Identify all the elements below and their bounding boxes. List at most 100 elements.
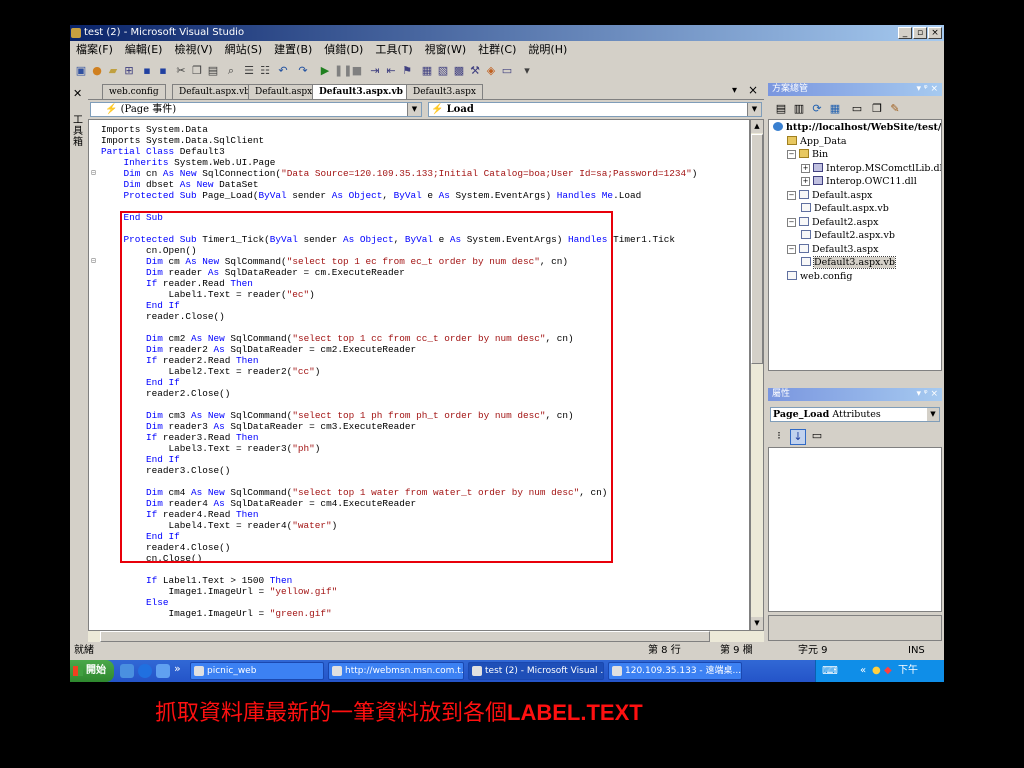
close-document-button[interactable]: × [748, 83, 758, 97]
keyboard-icon[interactable]: ⌨ [822, 660, 838, 682]
properties-icon[interactable]: ▤ [774, 102, 788, 116]
close-button[interactable]: × [928, 27, 942, 39]
media-player-icon[interactable] [156, 664, 170, 678]
event-combo[interactable]: ⚡ Load ▼ [428, 102, 762, 117]
menu-item[interactable]: 編輯(E) [119, 41, 169, 59]
solution-tree[interactable]: http://localhost/WebSite/test/App_Data − B… [768, 119, 942, 371]
scroll-thumb[interactable] [751, 134, 763, 364]
collapse-icon[interactable]: − [787, 244, 796, 254]
paste-icon[interactable]: ▤ [206, 64, 220, 78]
alphabetical-icon[interactable]: ↓ [790, 429, 806, 445]
stop-icon[interactable]: ■ [350, 64, 364, 78]
tree-node[interactable]: web.config [787, 270, 852, 283]
find-icon[interactable]: ⌕ [224, 64, 238, 78]
asp-config-icon[interactable]: ✎ [888, 102, 902, 116]
new-website-icon[interactable]: ● [90, 64, 104, 78]
panel-controls[interactable]: ▾ ᵠ × [916, 83, 938, 96]
toolbox-sidebar[interactable]: ✕ 工具箱 [70, 85, 87, 645]
document-tab[interactable]: Default.aspx [248, 84, 320, 99]
redo-icon[interactable]: ↷ [296, 64, 310, 78]
command-window-icon[interactable]: ▭ [500, 64, 514, 78]
minimize-button[interactable]: _ [898, 27, 912, 39]
tree-node[interactable]: + Interop.OWC11.dll [801, 176, 917, 188]
properties-object-select[interactable]: Page_Load Attributes ▼ [770, 407, 940, 422]
uncomment-icon[interactable]: ☷ [258, 64, 272, 78]
tree-node[interactable]: http://localhost/WebSite/test/ [773, 122, 941, 134]
save-all-icon[interactable]: ▪ [156, 64, 170, 78]
scroll-thumb[interactable] [100, 631, 710, 642]
tree-node[interactable]: − Default.aspx [787, 189, 872, 202]
collapse-icon[interactable]: − [787, 150, 796, 159]
menu-item[interactable]: 檔案(F) [70, 41, 119, 59]
taskbar-button[interactable]: http://webmsn.msn.com.t... [328, 662, 464, 680]
expand-icon[interactable]: + [801, 177, 810, 186]
view-designer-icon[interactable]: ▭ [850, 102, 864, 116]
open-folder-icon[interactable]: ▰ [106, 64, 120, 78]
categorized-icon[interactable]: ⁝ [772, 429, 786, 443]
property-grid[interactable] [768, 447, 942, 612]
start-button[interactable]: 開始 [70, 660, 114, 682]
document-tab[interactable]: Default.aspx.vb [172, 84, 257, 99]
property-pages-icon[interactable]: ▭ [810, 429, 824, 443]
object-combo[interactable]: ⚡ (Page 事件) ▼ [90, 102, 422, 117]
clock[interactable]: 下午 04:24 [898, 660, 944, 682]
horizontal-scrollbar[interactable] [88, 631, 764, 642]
document-tab[interactable]: Default3.aspx.vb [312, 84, 410, 99]
outdent-icon[interactable]: ⇤ [384, 64, 398, 78]
indent-icon[interactable]: ⇥ [368, 64, 382, 78]
menu-item[interactable]: 社群(C) [472, 41, 522, 59]
nest-files-icon[interactable]: ▦ [828, 102, 842, 116]
save-icon[interactable]: ▪ [140, 64, 154, 78]
menu-item[interactable]: 網站(S) [219, 41, 269, 59]
menu-item[interactable]: 檢視(V) [168, 41, 218, 59]
tree-node[interactable]: App_Data [787, 135, 847, 148]
menu-item[interactable]: 工具(T) [369, 41, 418, 59]
properties-icon[interactable]: ▧ [436, 64, 450, 78]
tree-node[interactable]: − Default2.aspx [787, 216, 878, 229]
bookmark-icon[interactable]: ⚑ [400, 64, 414, 78]
start-debug-icon[interactable]: ▶ [318, 64, 332, 78]
pause-icon[interactable]: ❚❚ [334, 64, 352, 78]
solution-explorer-icon[interactable]: ▦ [420, 64, 434, 78]
document-tab[interactable]: web.config [102, 84, 166, 99]
title-bar[interactable]: test (2) - Microsoft Visual Studio _ ▫ × [70, 25, 944, 41]
copy-website-icon[interactable]: ❐ [870, 102, 884, 116]
tree-node[interactable]: Default.aspx.vb [801, 203, 889, 215]
tree-node[interactable]: − Bin [787, 149, 828, 161]
network-icon[interactable]: ● [872, 660, 881, 682]
menu-item[interactable]: 建置(B) [268, 41, 318, 59]
comment-icon[interactable]: ☰ [242, 64, 256, 78]
document-tab[interactable]: Default3.aspx [406, 84, 483, 99]
quick-launch-more[interactable]: » [174, 662, 181, 675]
refresh-icon[interactable]: ⟳ [810, 102, 824, 116]
vertical-scrollbar[interactable]: ▲ ▼ [750, 119, 764, 631]
outline-collapse-marker[interactable]: ⊟ [91, 256, 96, 265]
copy-icon[interactable]: ❐ [190, 64, 204, 78]
tray-expand-button[interactable]: « [860, 660, 866, 682]
show-all-files-icon[interactable]: ▥ [792, 102, 806, 116]
undo-icon[interactable]: ↶ [276, 64, 290, 78]
scroll-up-icon[interactable]: ▲ [751, 120, 763, 133]
menu-item[interactable]: 偵錯(D) [318, 41, 369, 59]
taskbar-button[interactable]: picnic_web [190, 662, 324, 680]
properties-title[interactable]: 屬性 ▾ ᵠ × [768, 388, 942, 401]
panel-controls[interactable]: ▾ ᵠ × [916, 388, 938, 401]
tab-list-dropdown[interactable]: ▾ [732, 85, 737, 96]
toolbar-options-icon[interactable]: ▾ [520, 64, 534, 78]
tree-node[interactable]: − Default3.aspx [787, 243, 878, 256]
taskbar-button[interactable]: test (2) - Microsoft Visual ... [468, 662, 604, 680]
cut-icon[interactable]: ✂ [174, 64, 188, 78]
scroll-down-icon[interactable]: ▼ [751, 617, 763, 630]
start-page-icon[interactable]: ◈ [484, 64, 498, 78]
toolbox-icon[interactable]: ⚒ [468, 64, 482, 78]
menu-item[interactable]: 說明(H) [522, 41, 573, 59]
new-project-icon[interactable]: ▣ [74, 64, 88, 78]
object-browser-icon[interactable]: ▩ [452, 64, 466, 78]
maximize-button[interactable]: ▫ [913, 27, 927, 39]
outline-collapse-marker[interactable]: ⊟ [91, 168, 96, 177]
tree-node[interactable]: Default3.aspx.vb [801, 256, 896, 269]
internet-explorer-icon[interactable] [138, 664, 152, 678]
tree-node[interactable]: + Interop.MSComctlLib.dll [801, 162, 941, 175]
code-editor[interactable]: ⊟ ⊟ Imports System.Data Imports System.Da… [88, 119, 750, 631]
taskbar-button[interactable]: 120.109.35.133 - 遠端桌... [608, 662, 742, 680]
